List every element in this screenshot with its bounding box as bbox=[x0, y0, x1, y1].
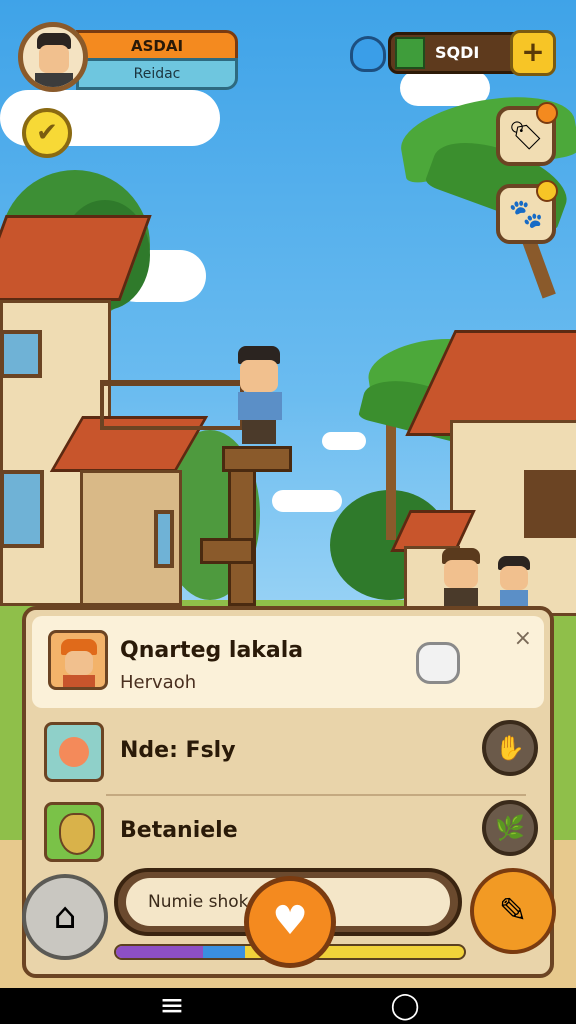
notification-badge bbox=[536, 180, 558, 202]
cloud bbox=[322, 432, 366, 450]
portrait-face bbox=[65, 651, 93, 675]
villager-head bbox=[444, 560, 478, 588]
gem-icon bbox=[350, 36, 386, 72]
item-icon-2 bbox=[44, 802, 104, 862]
player-subtitle: Reidac bbox=[76, 58, 238, 90]
cloud bbox=[272, 490, 342, 512]
seed-icon bbox=[59, 813, 95, 855]
heart-icon: ♥ bbox=[272, 898, 308, 944]
item-label-2: Betaniele bbox=[120, 818, 238, 843]
villager[interactable] bbox=[438, 548, 484, 608]
heart-button[interactable]: ♥ bbox=[244, 876, 336, 968]
wooden-post bbox=[228, 460, 256, 606]
creature-icon bbox=[59, 737, 89, 767]
avatar-shirt bbox=[35, 73, 73, 87]
coin-bar: SQDI bbox=[388, 32, 524, 74]
progress-segment-blue bbox=[203, 946, 245, 958]
sheep-icon bbox=[416, 642, 460, 684]
menu-icon[interactable]: ≡ bbox=[150, 988, 194, 1024]
house-window bbox=[524, 470, 576, 538]
quest-giver-portrait bbox=[48, 630, 108, 690]
character-pants bbox=[242, 420, 276, 444]
plant-icon: 🌿 bbox=[495, 814, 525, 842]
house-window bbox=[0, 470, 44, 548]
currency-display: SQDI + bbox=[350, 30, 556, 78]
box-icon bbox=[395, 37, 425, 69]
plus-icon[interactable]: + bbox=[510, 30, 556, 76]
system-navbar: ≡ ◯ bbox=[0, 988, 576, 1024]
house-window bbox=[0, 330, 42, 378]
item-action-button-1[interactable]: ✋ bbox=[482, 720, 538, 776]
player-profile[interactable]: ASDAI Reidac bbox=[18, 22, 238, 94]
currency-value: SQDI bbox=[435, 43, 480, 62]
villager[interactable] bbox=[494, 556, 534, 608]
progress-segment-purple bbox=[116, 946, 203, 958]
item-icon-1 bbox=[44, 722, 104, 782]
quest-subtitle: Hervaoh bbox=[120, 672, 197, 693]
player-character[interactable] bbox=[228, 346, 292, 446]
item-action-button-2[interactable]: 🌿 bbox=[482, 800, 538, 856]
villager-shirt bbox=[444, 588, 478, 608]
nav-home-icon[interactable]: ◯ bbox=[380, 988, 430, 1024]
pet-button[interactable]: 🐾 bbox=[496, 180, 558, 244]
quest-title: Qnarteg lakala bbox=[120, 638, 304, 663]
home-button[interactable]: ⌂ bbox=[22, 874, 108, 960]
villager-head bbox=[500, 566, 528, 590]
character-head bbox=[240, 360, 278, 392]
portrait-shirt bbox=[63, 675, 95, 687]
panel-header-row[interactable]: Qnarteg lakala Hervaoh × bbox=[32, 616, 544, 708]
check-icon[interactable]: ✔ bbox=[22, 108, 72, 158]
close-icon[interactable]: × bbox=[514, 626, 532, 651]
edit-button[interactable]: ✎ bbox=[470, 868, 556, 954]
balcony bbox=[100, 380, 244, 430]
wooden-step bbox=[200, 538, 254, 564]
pet-icon: 🐾 bbox=[508, 197, 544, 230]
chat-input-text: Numie shok bbox=[148, 892, 249, 912]
hand-icon: ✋ bbox=[495, 734, 525, 762]
notification-badge bbox=[536, 102, 558, 124]
edit-icon: ✎ bbox=[498, 891, 528, 931]
home-icon: ⌂ bbox=[53, 896, 77, 937]
item-label-1: Nde: Fsly bbox=[120, 738, 236, 763]
bottom-controls: ⌂ Numie shok ♥ ✎ bbox=[22, 862, 556, 978]
shop-icon: 🏷 bbox=[508, 119, 544, 152]
shop-button[interactable]: 🏷 bbox=[496, 102, 558, 166]
wooden-platform bbox=[222, 446, 292, 472]
avatar-face bbox=[39, 45, 69, 73]
avatar[interactable] bbox=[18, 22, 88, 92]
house-window bbox=[154, 510, 174, 568]
character-shirt bbox=[238, 392, 282, 420]
row-divider bbox=[106, 794, 526, 796]
